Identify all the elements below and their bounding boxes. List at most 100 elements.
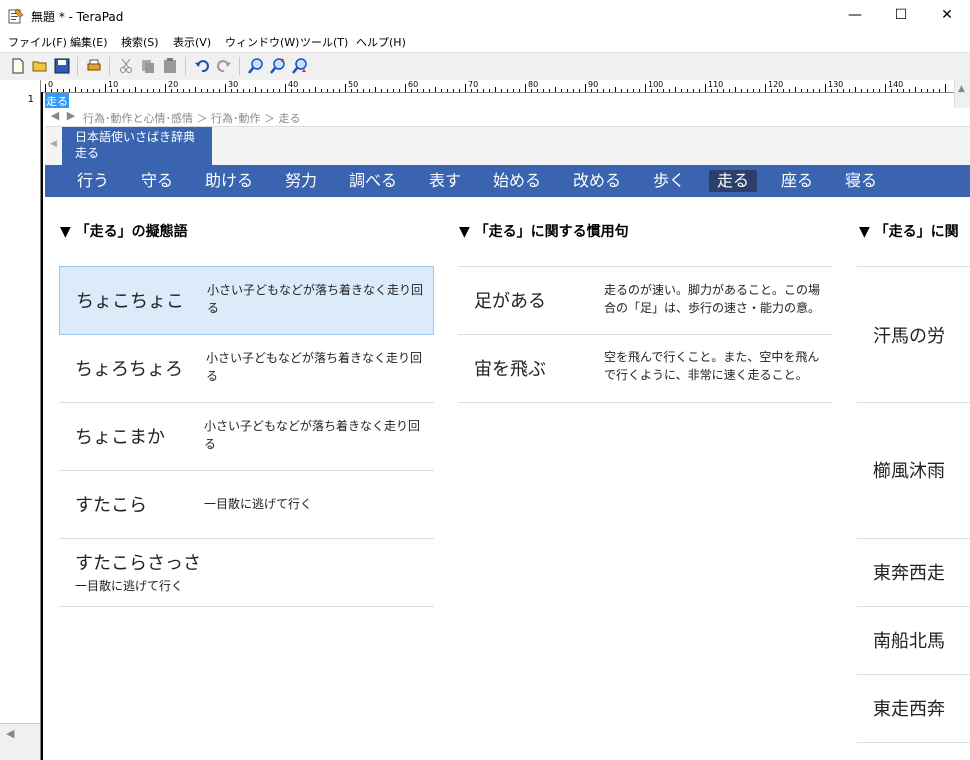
- category-tab[interactable]: 寝る: [837, 170, 885, 192]
- copy-icon[interactable]: [139, 57, 157, 75]
- menu-edit[interactable]: 編集(E): [70, 34, 108, 50]
- ruler-tick: [705, 84, 706, 92]
- ruler-tick: [603, 89, 604, 92]
- ruler-tick: [81, 89, 82, 92]
- ruler-label: 120: [768, 80, 784, 89]
- undo-icon[interactable]: [193, 57, 211, 75]
- category-tab[interactable]: 表す: [421, 170, 469, 192]
- list-item[interactable]: すたこら 一目散に逃げて行く: [59, 471, 434, 539]
- section-title-mimetic: ▼ 「走る」の擬態語: [60, 224, 188, 240]
- ruler-tick: [627, 89, 628, 92]
- list-item[interactable]: 宙を飛ぶ 空を飛んで行くこと。また、空中を飛んで行くように、非常に速く走ること。: [458, 335, 833, 403]
- ruler-tick: [759, 89, 760, 92]
- ruler-tick: [447, 89, 448, 92]
- category-tab[interactable]: 歩く: [645, 170, 693, 192]
- list-item[interactable]: 南船北馬: [857, 607, 970, 675]
- ruler-tick: [663, 89, 664, 92]
- ruler-tick: [207, 89, 208, 92]
- category-tab[interactable]: 改める: [565, 170, 629, 192]
- ruler-tick: [699, 89, 700, 92]
- ruler-tick: [411, 89, 412, 92]
- category-tab[interactable]: 努力: [277, 170, 325, 192]
- ruler-tick: [825, 84, 826, 92]
- list-item[interactable]: ちょろちょろ 小さい子どもなどが落ち着きなく走り回る: [59, 335, 434, 403]
- forward-icon[interactable]: ▶: [64, 109, 78, 123]
- list-item[interactable]: ちょこちょこ 小さい子どもなどが落ち着きなく走り回る: [59, 266, 434, 335]
- open-folder-icon[interactable]: [31, 57, 49, 75]
- minimize-button[interactable]: —: [832, 0, 878, 31]
- ruler-tick: [921, 89, 922, 92]
- list-item[interactable]: 東奔西走: [857, 539, 970, 607]
- scroll-left-icon[interactable]: ◀: [6, 727, 14, 740]
- ruler-tick: [657, 89, 658, 92]
- menu-view[interactable]: 表示(V): [173, 34, 211, 50]
- ruler-tick: [237, 89, 238, 92]
- selected-text[interactable]: 走る: [45, 93, 69, 109]
- list-item[interactable]: 汗馬の労: [857, 266, 970, 403]
- find-next-icon[interactable]: [269, 57, 287, 75]
- category-tab[interactable]: 行う: [69, 170, 117, 192]
- tab-scroll-left-icon[interactable]: ◀: [50, 139, 57, 149]
- ruler-tick: [357, 89, 358, 92]
- list-item[interactable]: ちょこまか 小さい子どもなどが落ち着きなく走り回る: [59, 403, 434, 471]
- entry-term: すたこら: [75, 495, 147, 516]
- vertical-scrollbar[interactable]: ▲: [954, 80, 970, 108]
- dictionary-pane: ◀ ▶ 行為･動作と心情･感情 ＞ 行為･動作 ＞ 走る ◀ 日本語使いさばき辞…: [45, 108, 970, 760]
- close-button[interactable]: ✕: [924, 0, 970, 31]
- ruler-tick: [471, 89, 472, 92]
- section-title-idioms: ▼ 「走る」に関する慣用句: [459, 224, 629, 240]
- ruler-tick: [231, 89, 232, 92]
- ruler-tick: [99, 89, 100, 92]
- menu-help[interactable]: ヘルプ(H): [356, 34, 406, 50]
- entry-description: 走るのが速い。脚力があること。この場合の「足」は、歩行の速さ・能力の意。: [604, 283, 821, 315]
- ruler-tick: [885, 84, 886, 92]
- entry-term: ちょこまか: [75, 427, 165, 448]
- line-number-gutter: 1 ◀: [0, 80, 41, 760]
- paste-icon[interactable]: [161, 57, 179, 75]
- list-item[interactable]: 東走西奔: [857, 675, 970, 743]
- ruler-tick: [945, 84, 946, 92]
- entry-description: 小さい子どもなどが落ち着きなく走り回る: [206, 351, 423, 383]
- list-item[interactable]: 櫛風沐雨: [857, 403, 970, 539]
- cut-icon[interactable]: [117, 57, 135, 75]
- ruler-tick: [651, 89, 652, 92]
- horizontal-scrollbar[interactable]: ◀: [0, 723, 40, 760]
- ruler-tick: [597, 89, 598, 92]
- ruler-tick: [225, 84, 226, 92]
- ruler-tick: [435, 87, 436, 92]
- new-file-icon[interactable]: [9, 57, 27, 75]
- maximize-button[interactable]: ☐: [878, 0, 924, 31]
- category-tab[interactable]: 座る: [773, 170, 821, 192]
- category-tab[interactable]: 始める: [485, 170, 549, 192]
- scroll-up-icon[interactable]: ▲: [958, 84, 965, 94]
- list-item[interactable]: すたこらさっさ 一目散に逃げて行く: [59, 539, 434, 607]
- ruler-tick: [915, 87, 916, 92]
- tab-dictionary[interactable]: 日本語使いさばき辞典 走る: [62, 127, 212, 165]
- entry-term: ちょろちょろ: [75, 359, 183, 380]
- entry-term: ちょこちょこ: [76, 291, 184, 312]
- redo-icon[interactable]: [215, 57, 233, 75]
- ruler-tick: [717, 89, 718, 92]
- list-item[interactable]: 足がある 走るのが速い。脚力があること。この場合の「足」は、歩行の速さ・能力の意…: [458, 266, 833, 335]
- category-tab[interactable]: 助ける: [197, 170, 261, 192]
- ruler-tick: [57, 89, 58, 92]
- menu-file[interactable]: ファイル(F): [8, 34, 67, 50]
- ruler-tick: [369, 89, 370, 92]
- menu-search[interactable]: 検索(S): [121, 34, 159, 50]
- category-tab[interactable]: 調べる: [341, 170, 405, 192]
- entry-description: 小さい子どもなどが落ち着きなく走り回る: [207, 283, 424, 315]
- ruler-tick: [177, 89, 178, 92]
- editor-left-border: [41, 92, 43, 760]
- entry-term: 足がある: [474, 291, 546, 312]
- back-icon[interactable]: ◀: [48, 109, 62, 123]
- find-prev-icon[interactable]: [291, 57, 309, 75]
- find-icon[interactable]: [247, 57, 265, 75]
- menu-tools[interactable]: ツール(T): [300, 34, 348, 50]
- ruler-tick: [723, 89, 724, 92]
- save-icon[interactable]: [53, 57, 71, 75]
- ruler-tick: [141, 89, 142, 92]
- print-icon[interactable]: [85, 57, 103, 75]
- menu-window[interactable]: ウィンドウ(W): [225, 34, 299, 50]
- category-tab[interactable]: 守る: [133, 170, 181, 192]
- category-tab-active[interactable]: 走る: [709, 170, 758, 192]
